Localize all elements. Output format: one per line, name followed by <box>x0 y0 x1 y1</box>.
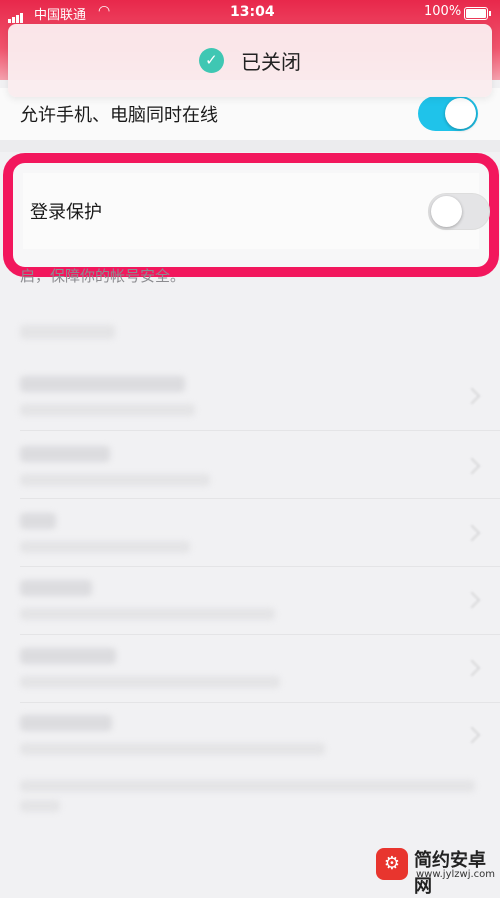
highlight-frame: 登录保护 <box>3 153 499 277</box>
signal-icon <box>8 8 24 23</box>
toggle-knob <box>445 98 476 129</box>
android-icon: ⚙ <box>376 848 408 880</box>
footer-text <box>20 800 60 812</box>
login-protection-label: 登录保护 <box>30 202 102 223</box>
chevron-right-icon <box>463 387 481 405</box>
toggle-knob <box>431 196 462 227</box>
chevron-right-icon <box>463 726 481 744</box>
list-item <box>20 715 112 731</box>
wifi-icon: ◠ <box>98 3 111 19</box>
chevron-right-icon <box>463 591 481 609</box>
divider <box>20 430 500 431</box>
status-bar: 中国联通 ◠ 13:04 100% <box>0 0 500 26</box>
chevron-right-icon <box>463 659 481 677</box>
divider <box>20 702 500 703</box>
login-protection-description: 启，保障你的帐号安全。 <box>20 267 186 285</box>
carrier-name: 中国联通 <box>34 8 87 23</box>
watermark: ⚙ 简约安卓网 www.jylzwj.com <box>376 846 496 897</box>
divider <box>20 566 500 567</box>
divider <box>20 498 500 499</box>
list-item <box>20 648 116 664</box>
chevron-right-icon <box>463 457 481 475</box>
online-toggle[interactable] <box>418 96 478 131</box>
section-separator <box>0 140 500 152</box>
list-item <box>20 446 110 462</box>
list-item <box>20 513 56 529</box>
footer-text <box>20 780 475 792</box>
status-time: 13:04 <box>230 4 275 20</box>
section-header <box>20 325 115 339</box>
login-protection-row[interactable]: 登录保护 <box>23 173 490 249</box>
list-item <box>20 474 210 486</box>
list-item <box>20 608 275 620</box>
list-item <box>20 376 185 392</box>
blurred-settings-list <box>0 300 500 860</box>
toast-notification: ✓ 已关闭 <box>8 24 492 97</box>
divider <box>20 634 500 635</box>
chevron-right-icon <box>463 524 481 542</box>
list-item <box>20 743 325 755</box>
watermark-url: www.jylzwj.com <box>416 869 496 880</box>
online-setting-label: 允许手机、电脑同时在线 <box>20 105 218 126</box>
battery-percent: 100% <box>424 4 462 19</box>
check-circle-icon: ✓ <box>198 48 224 73</box>
battery-icon <box>464 7 491 20</box>
list-item <box>20 404 195 416</box>
list-item <box>20 676 280 688</box>
list-item <box>20 541 190 553</box>
list-item <box>20 580 92 596</box>
login-protection-toggle[interactable] <box>428 193 490 230</box>
toast-text: 已关闭 <box>241 50 302 74</box>
